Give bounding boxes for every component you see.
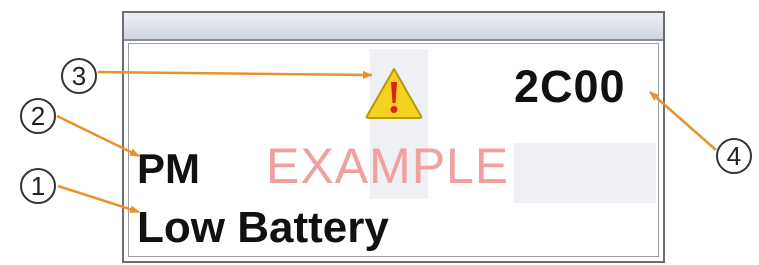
callout-1: 1 xyxy=(20,168,56,204)
warning-icon xyxy=(365,68,423,119)
watermark: EXAMPLE xyxy=(266,138,510,194)
callout-4: 4 xyxy=(716,138,752,174)
status-code: 2C00 xyxy=(514,61,626,112)
callout-3: 3 xyxy=(61,58,97,94)
highlight-area xyxy=(514,143,656,203)
display-screen: EXAMPLE 2C00 PM Low Battery xyxy=(122,11,665,263)
fault-message: Low Battery xyxy=(137,203,389,252)
callout-2: 2 xyxy=(20,98,56,134)
mode-indicator: PM xyxy=(137,145,200,192)
display-title-bar xyxy=(124,13,663,41)
